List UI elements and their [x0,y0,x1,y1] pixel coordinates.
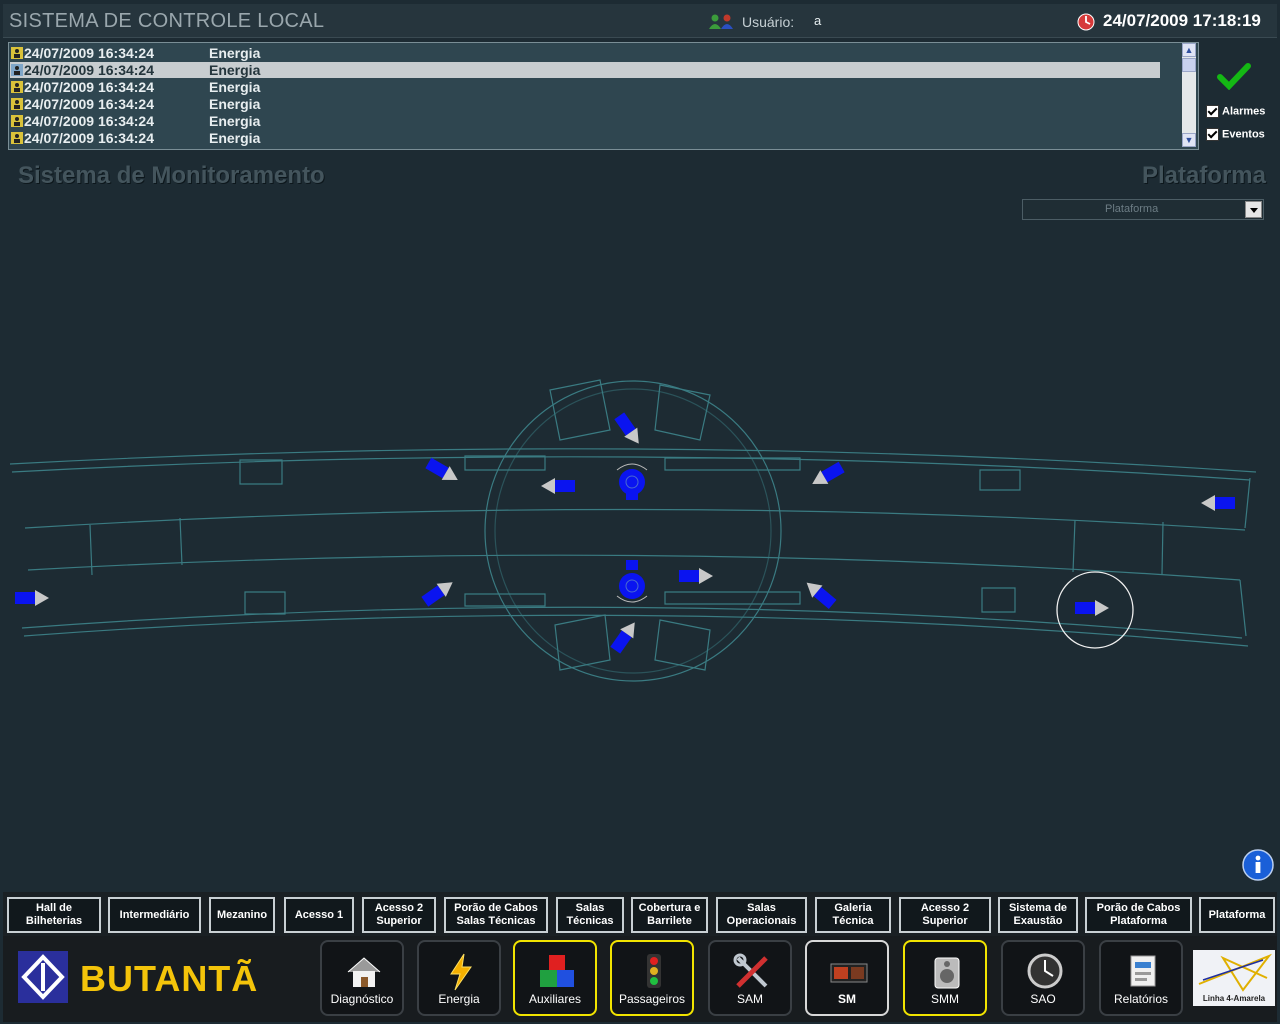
event-timestamp: 24/07/2009 16:34:24 [24,96,154,112]
clock-icon [1027,953,1063,989]
event-type: Energia [209,79,261,95]
nav-cobertura-barrilete[interactable]: Cobertura e Barrilete [631,897,708,933]
event-timestamp: 24/07/2009 16:34:24 [24,62,154,78]
event-timestamp: 24/07/2009 16:34:24 [24,130,154,146]
traffic-light-icon [647,954,661,988]
event-row-selected[interactable]: 24/07/2009 16:34:24 Energia [10,62,1160,78]
line-logo: Linha 4-Amarela [1193,950,1275,1006]
nav-porao-cabos-plataforma[interactable]: Porão de Cabos Plataforma [1085,897,1192,933]
report-icon [1130,955,1156,987]
system-energia-button[interactable]: Energia [417,940,501,1016]
house-icon [347,957,381,987]
event-type: Energia [209,62,261,78]
nav-salas-operacionais[interactable]: Salas Operacionais [716,897,807,933]
warning-person-icon [11,115,23,127]
event-timestamp: 24/07/2009 16:34:24 [24,79,154,95]
nav-sistema-exaustao[interactable]: Sistema de Exaustão [998,897,1078,933]
event-timestamp: 24/07/2009 16:34:24 [24,113,154,129]
nav-salas-tecnicas[interactable]: Salas Técnicas [556,897,624,933]
nav-hall-bilheterias[interactable]: Hall de Bilheterias [7,897,101,933]
line-label: Linha 4-Amarela [1202,994,1266,1003]
app-title: SISTEMA DE CONTROLE LOCAL [9,10,325,32]
metro-logo [18,951,68,1003]
section-title: Sistema de Monitoramento [18,162,325,189]
line-logo-icon [1198,953,1273,992]
system-label: Auxiliares [528,992,582,1006]
nav-galeria-tecnica[interactable]: Galeria Técnica [815,897,891,933]
system-label: SMM [931,992,959,1006]
system-diagnostico-button[interactable]: Diagnóstico [320,940,404,1016]
system-label: Energia [438,992,480,1006]
events-checkbox[interactable] [1206,128,1219,141]
alarms-filter[interactable]: Alarmes [1206,105,1265,118]
warning-person-icon [11,132,23,144]
tools-icon [733,953,768,988]
acknowledge-check-icon[interactable] [1217,62,1251,90]
event-type: Energia [209,113,261,129]
event-row[interactable]: 24/07/2009 16:34:24 Energia [10,130,1160,146]
platform-floorplan [9,379,1257,682]
metro-logo-icon [21,954,65,1000]
warning-person-icon [11,81,23,93]
station-name: BUTANTÃ [80,958,259,999]
alarm-clock-icon [1077,13,1095,31]
system-relatorios-button[interactable]: Relatórios [1099,940,1183,1016]
event-type: Energia [209,130,261,146]
warning-person-icon [11,47,23,59]
system-sm-button[interactable]: SM [805,940,889,1016]
camera-icon [830,963,868,983]
warning-person-icon [11,64,23,76]
view-title: Plataforma [1141,162,1266,189]
system-label: Diagnóstico [330,992,394,1006]
nav-porao-cabos-salas-tecnicas[interactable]: Porão de Cabos Salas Técnicas [444,897,548,933]
chevron-down-icon[interactable] [1245,201,1262,218]
events-label: Eventos [1222,128,1265,141]
system-passageiros-button[interactable]: Passageiros [610,940,694,1016]
system-label: SAM [736,992,763,1006]
users-icon [709,14,733,29]
alarms-label: Alarmes [1222,105,1266,118]
event-row[interactable]: 24/07/2009 16:34:24 Energia [10,113,1160,129]
cubes-icon [540,955,574,987]
system-label: SAO [1030,992,1056,1006]
event-timestamp: 24/07/2009 16:34:24 [24,45,154,61]
system-auxiliares-button[interactable]: Auxiliares [513,940,597,1016]
user-value: a [814,13,822,28]
event-list[interactable]: 24/07/2009 16:34:24 Energia 24/07/2009 1… [8,42,1199,150]
view-select[interactable]: Plataforma [1022,199,1264,220]
system-sam-button[interactable]: SAM [708,940,792,1016]
nav-acesso-2-superior[interactable]: Acesso 2 Superior [362,897,436,933]
view-select-value: Plataforma [1105,203,1159,215]
events-filter[interactable]: Eventos [1206,128,1265,141]
lightning-icon [450,953,472,991]
nav-acesso-2-superior-b[interactable]: Acesso 2 Superior [899,897,991,933]
event-row[interactable]: 24/07/2009 16:34:24 Energia [10,96,1160,112]
event-row[interactable]: 24/07/2009 16:34:24 Energia [10,79,1160,95]
event-list-scrollbar[interactable]: ▲ ▼ [1182,43,1196,147]
system-label: Relatórios [1113,992,1169,1006]
nav-mezanino[interactable]: Mezanino [209,897,275,933]
system-label: SM [838,992,856,1006]
system-label: Passageiros [618,992,686,1006]
alarms-checkbox[interactable] [1206,105,1219,118]
user-label: Usuário: [742,14,795,30]
scroll-down-button[interactable]: ▼ [1182,133,1196,147]
event-row[interactable]: 24/07/2009 16:34:24 Energia [10,45,1160,61]
info-icon[interactable] [1242,849,1274,881]
scroll-thumb[interactable] [1182,58,1196,72]
scroll-up-button[interactable]: ▲ [1182,43,1196,57]
speaker-icon [934,957,960,989]
nav-plataforma[interactable]: Plataforma [1199,897,1275,933]
warning-person-icon [11,98,23,110]
nav-intermediario[interactable]: Intermediário [108,897,201,933]
current-datetime: 24/07/2009 17:18:19 [1103,11,1261,30]
system-smm-button[interactable]: SMM [903,940,987,1016]
event-type: Energia [209,96,261,112]
system-sao-button[interactable]: SAO [1001,940,1085,1016]
event-type: Energia [209,45,261,61]
camera-group[interactable] [15,411,1235,655]
nav-acesso-1[interactable]: Acesso 1 [284,897,354,933]
